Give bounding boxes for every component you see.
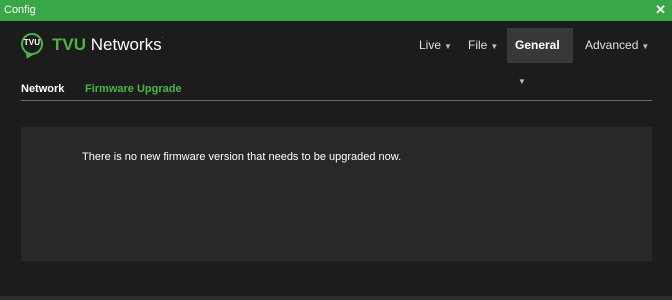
logo-networks: Networks bbox=[90, 35, 162, 54]
nav-file-label: File bbox=[468, 38, 488, 52]
logo-badge-tail bbox=[23, 51, 33, 61]
tabs-divider bbox=[21, 100, 652, 101]
logo-badge-text: TVU bbox=[23, 38, 41, 47]
window-title: Config bbox=[4, 4, 36, 16]
firmware-panel: There is no new firmware version that ne… bbox=[21, 127, 652, 261]
tvu-logo-icon: TVU bbox=[21, 33, 43, 61]
tab-firmware-upgrade[interactable]: Firmware Upgrade bbox=[85, 83, 182, 95]
bottom-divider bbox=[0, 296, 672, 300]
caret-down-icon: ▼ bbox=[641, 42, 650, 51]
app-header: TVU TVU Networks· Live ▼ File ▼ General▼ A… bbox=[0, 21, 672, 86]
nav-live[interactable]: Live ▼ bbox=[411, 28, 460, 63]
nav-advanced[interactable]: Advanced ▼ bbox=[577, 28, 657, 63]
firmware-status-message: There is no new firmware version that ne… bbox=[82, 151, 402, 163]
nav-general[interactable]: General▼ bbox=[507, 28, 573, 86]
caret-down-icon: ▼ bbox=[444, 42, 452, 51]
logo-brand: TVU bbox=[52, 35, 86, 54]
close-icon[interactable]: ✕ bbox=[655, 2, 666, 18]
tab-network[interactable]: Network bbox=[21, 83, 64, 95]
caret-down-icon: ▼ bbox=[490, 42, 499, 51]
nav-advanced-label: Advanced bbox=[585, 38, 639, 52]
nav-live-label: Live bbox=[419, 38, 442, 52]
logo-trademark: · bbox=[161, 35, 164, 41]
nav-general-label: General bbox=[515, 38, 560, 52]
tab-bar: Network Firmware Upgrade bbox=[0, 73, 672, 103]
logo-wordmark: TVU Networks· bbox=[52, 35, 164, 55]
window-titlebar: Config ✕ bbox=[0, 0, 672, 21]
nav-file[interactable]: File ▼ bbox=[460, 28, 506, 63]
